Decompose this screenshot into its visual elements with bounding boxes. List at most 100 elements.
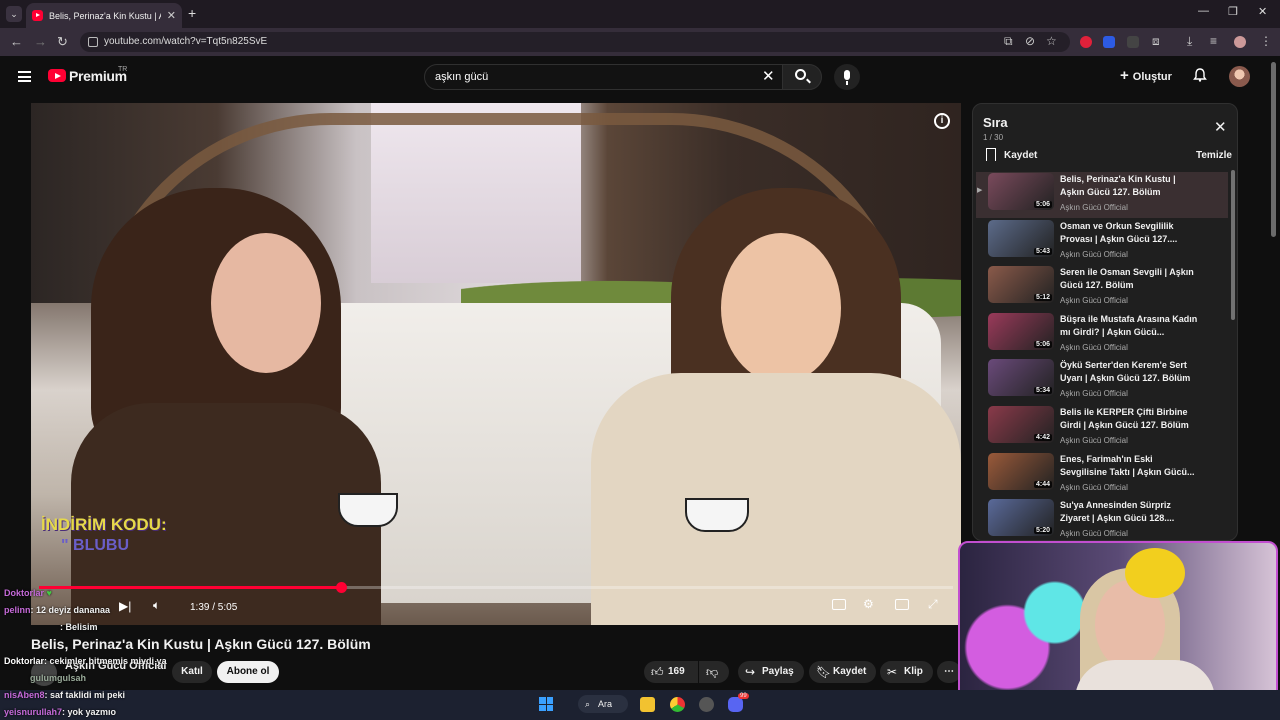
share-icon: ↪ [745, 665, 756, 679]
next-video-icon[interactable]: ▶| [119, 599, 131, 613]
queue-item-thumbnail[interactable]: 5:43 [988, 219, 1054, 257]
browser-menu-icon[interactable]: ⋮ [1260, 34, 1272, 48]
install-app-icon[interactable]: ⧉ [1004, 34, 1013, 49]
queue-item-title[interactable]: Öykü Serter'den Kerem'e Sert Uyarı | Aşk… [1060, 359, 1200, 385]
clip-label: Klip [904, 666, 923, 677]
queue-item-title[interactable]: Büşra ile Mustafa Arasına Kadın mı Girdi… [1060, 313, 1200, 339]
taskbar-search[interactable]: ⌕ Ara [578, 695, 628, 713]
queue-close-icon[interactable]: ✕ [1214, 118, 1227, 136]
thumbs-up-icon: 👍︎ [651, 665, 664, 679]
queue-item[interactable]: ▶ 5:06 Belis, Perinaz'a Kin Kustu | Aşkın … [976, 172, 1228, 218]
queue-clear-button[interactable]: Temizle [1196, 150, 1232, 161]
queue-item-title[interactable]: Belis ile KERPER Çifti Birbine Girdi | A… [1060, 406, 1200, 432]
queue-item-channel: Aşkın Gücü Official [1060, 529, 1128, 539]
bookmark-star-icon[interactable]: ☆ [1046, 34, 1057, 48]
chrome-icon[interactable] [670, 697, 685, 712]
file-explorer-icon[interactable] [640, 697, 655, 712]
windows-start-icon[interactable] [539, 697, 553, 711]
queue-title: Sıra [983, 115, 1008, 130]
queue-item-title[interactable]: Enes, Farimah'ın Eski Sevgilisine Taktı … [1060, 453, 1200, 479]
queue-item-duration: 4:42 [1033, 434, 1052, 441]
notifications-bell-icon[interactable] [1193, 68, 1207, 82]
join-button[interactable]: Katıl [172, 661, 212, 683]
volume-icon[interactable]: 🔈︎ [153, 598, 160, 613]
queue-scrollbar[interactable] [1231, 170, 1235, 320]
video-player[interactable]: İNDİRİM KODU: " BLUBU i ▶| 🔈︎ 1:39 / 5:0… [31, 103, 961, 625]
queue-item-title[interactable]: Belis, Perinaz'a Kin Kustu | Aşkın Gücü … [1060, 173, 1200, 199]
extension-dark-icon[interactable] [1127, 36, 1139, 48]
hamburger-menu-icon[interactable] [18, 71, 31, 82]
region-code: TR [118, 66, 128, 73]
youtube-logo-icon[interactable] [48, 69, 66, 82]
tab-close-icon[interactable]: ✕ [167, 9, 176, 22]
profile-avatar-icon[interactable] [1234, 36, 1246, 48]
queue-item-duration: 5:43 [1033, 247, 1052, 255]
settings-gear-icon[interactable]: ⚙ [863, 597, 874, 611]
address-bar[interactable]: youtube.com/watch?v=Tqt5n825SvE [80, 32, 1070, 52]
window-close-icon[interactable]: ✕ [1258, 5, 1267, 18]
queue-item-thumbnail[interactable]: 5:06 [988, 173, 1054, 210]
queue-item-thumbnail[interactable]: 5:34 [988, 359, 1054, 397]
extension-red-icon[interactable] [1080, 36, 1092, 48]
new-tab-button[interactable]: + [188, 5, 196, 21]
restore-icon[interactable]: ❐ [1228, 5, 1238, 18]
queue-item-thumbnail[interactable]: 5:20 [988, 499, 1054, 537]
queue-item-thumbnail[interactable]: 4:42 [988, 406, 1054, 443]
fullscreen-icon[interactable]: ⤢ [928, 597, 938, 612]
queue-item[interactable]: 5:43 Osman ve Orkun Sevgililik Provası | … [976, 219, 1228, 265]
voice-search-mic-icon[interactable] [834, 64, 860, 90]
time-display: 1:39 / 5:05 [190, 602, 238, 613]
clear-search-icon[interactable]: ✕ [762, 67, 775, 85]
queue-item[interactable]: 5:34 Öykü Serter'den Kerem'e Sert Uyarı |… [976, 358, 1228, 404]
account-avatar[interactable] [1229, 66, 1250, 87]
search-box[interactable] [424, 64, 784, 90]
queue-item-channel: Aşkın Gücü Official [1060, 342, 1128, 352]
url-text: youtube.com/watch?v=Tqt5n825SvE [104, 36, 268, 47]
queue-item-channel: Aşkın Gücü Official [1060, 249, 1128, 259]
download-icon[interactable]: ⤓ [1187, 34, 1192, 49]
minimize-icon[interactable]: — [1198, 5, 1209, 17]
video-info-icon[interactable]: i [934, 113, 950, 129]
progress-scrubber[interactable] [335, 582, 347, 593]
miniplayer-icon[interactable] [895, 599, 909, 610]
queue-item-title[interactable]: Su'ya Annesinden Sürpriz Ziyaret | Aşkın… [1060, 499, 1200, 525]
queue-item[interactable]: 5:20 Su'ya Annesinden Sürpriz Ziyaret | A… [976, 498, 1228, 544]
queue-item-thumbnail[interactable]: 4:44 [988, 452, 1054, 490]
queue-item[interactable]: 4:44 Enes, Farimah'ın Eski Sevgilisine Ta… [976, 452, 1228, 498]
queue-item-title[interactable]: Seren ile Osman Sevgili | Aşkın Gücü 127… [1060, 266, 1200, 292]
chat-line: gulumgulsah [30, 673, 86, 683]
chat-line: Doktorlar: cekimler bitmemis miydi ya [4, 656, 167, 666]
queue-item[interactable]: 4:42 Belis ile KERPER Çifti Birbine Girdi… [976, 405, 1228, 451]
queue-item-thumbnail[interactable]: 5:12 [988, 266, 1054, 304]
queue-item[interactable]: 5:12 Seren ile Osman Sevgili | Aşkın Gücü… [976, 265, 1228, 311]
bookmark-icon [986, 148, 996, 161]
queue-item-title[interactable]: Osman ve Orkun Sevgililik Provası | Aşkı… [1060, 220, 1200, 246]
create-button[interactable]: + Oluştur [1120, 67, 1172, 84]
discord-badge: 99 [738, 693, 749, 699]
subtitles-icon[interactable] [832, 599, 846, 610]
back-icon[interactable]: ← [10, 34, 23, 49]
reload-icon[interactable]: ↻ [57, 34, 68, 50]
queue-item-thumbnail[interactable]: 5:06 [988, 312, 1054, 350]
page-scrollbar[interactable] [1271, 62, 1276, 237]
extension-blue-icon[interactable] [1103, 36, 1115, 48]
site-info-icon[interactable] [88, 37, 98, 47]
forward-icon[interactable]: → [34, 34, 47, 49]
share-label: Paylaş [762, 666, 794, 677]
plus-icon: + [1120, 67, 1129, 84]
eye-off-icon[interactable]: ⊘ [1025, 34, 1035, 48]
search-input[interactable] [435, 71, 735, 83]
queue-item-duration: 5:06 [1033, 340, 1052, 348]
queue-item[interactable]: 5:06 Büşra ile Mustafa Arasına Kadın mı G… [976, 312, 1228, 358]
reading-list-icon[interactable]: ≡ [1210, 34, 1217, 48]
app-icon[interactable] [699, 697, 714, 712]
queue-save-button[interactable]: Kaydet [1004, 150, 1037, 161]
browser-tab[interactable]: Belis, Perinaz'a Kin Kustu | Aşkın Güc ✕ [26, 3, 182, 28]
video-frame-cup-right [685, 498, 749, 532]
tab-search-icon[interactable]: ⌄ [6, 6, 22, 22]
save-bookmark-icon: 🔖︎ [816, 665, 832, 679]
chat-line: nisAben8: saf taklidi mi peki [4, 690, 126, 700]
subscribe-button[interactable]: Abone ol [217, 661, 279, 683]
discord-icon[interactable] [728, 697, 743, 712]
extensions-puzzle-icon[interactable]: ⧈ [1152, 34, 1160, 49]
